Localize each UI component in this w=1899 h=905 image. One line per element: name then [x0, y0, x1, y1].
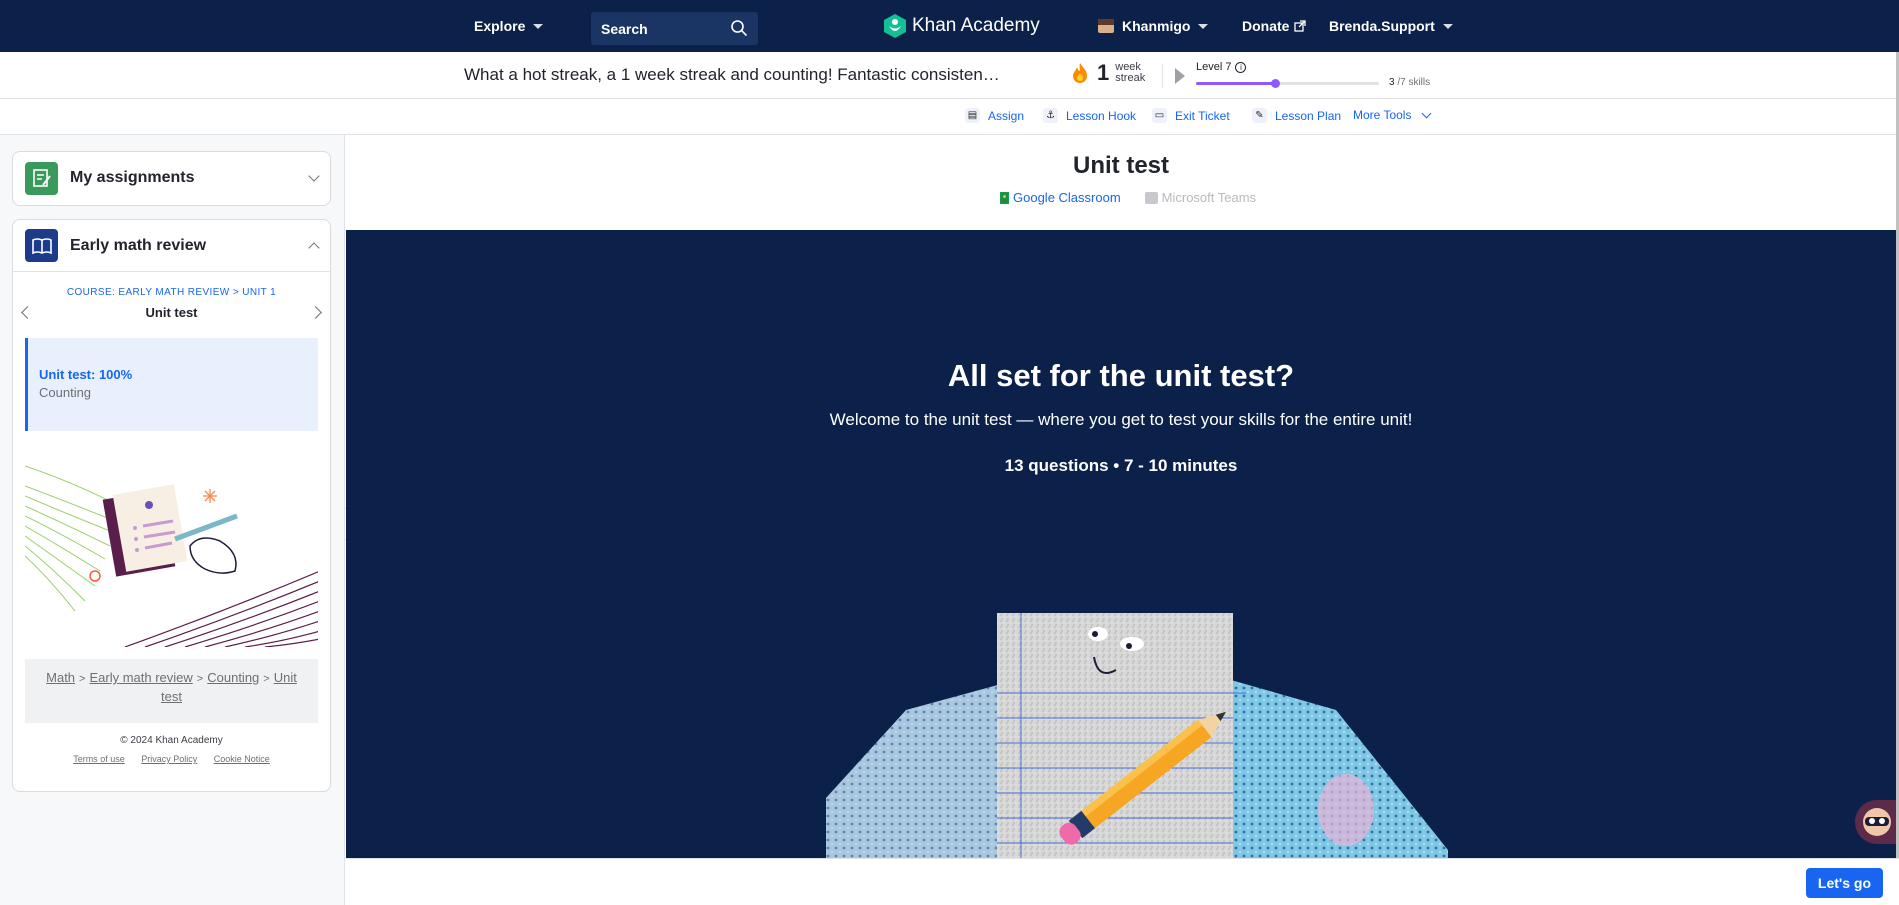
breadcrumb-separator: > — [196, 673, 204, 685]
unit-label: Unit test — [145, 305, 198, 320]
anchor-icon: ⚓ — [1043, 108, 1058, 123]
level-progress-knob — [1270, 79, 1280, 88]
breadcrumb-unit[interactable]: Counting — [207, 670, 259, 685]
streak-unit: week streak — [1115, 62, 1145, 84]
user-name: Brenda.Support — [1329, 18, 1435, 34]
external-link-icon — [1294, 20, 1307, 32]
list-item-unit-test[interactable]: Unit test: 100% Counting — [25, 338, 318, 431]
assignments-icon — [25, 161, 58, 195]
explore-label: Explore — [474, 18, 526, 34]
cookie-link[interactable]: Cookie Notice — [214, 754, 270, 764]
page-title: Unit test — [1073, 152, 1169, 179]
khanmigo-label: Khanmigo — [1122, 18, 1191, 34]
teacher-tools-bar: ▤ Assign ⚓ Lesson Hook ▭ Exit Ticket ✎ L… — [0, 99, 1899, 135]
ticket-icon: ▭ — [1152, 108, 1167, 123]
pencil-icon: ✎ — [1252, 108, 1267, 123]
level-text: Level 7 — [1196, 61, 1232, 73]
play-icon[interactable] — [1175, 68, 1185, 84]
document-icon: ▤ — [965, 108, 980, 123]
legal-links: Terms of use Privacy Policy Cookie Notic… — [13, 754, 330, 764]
bottom-action-bar: Let's go — [346, 858, 1899, 905]
more-tools-label: More Tools — [1353, 108, 1412, 122]
course-breadcrumb[interactable]: COURSE: EARLY MATH REVIEW > UNIT 1 — [13, 287, 330, 298]
unit-navigator: Unit test — [13, 302, 330, 324]
chevron-down-icon[interactable] — [308, 170, 320, 182]
microsoft-teams-label: Microsoft Teams — [1161, 190, 1257, 205]
top-navigation: Explore Search Khan Academy Khanmigo Don… — [0, 0, 1899, 52]
breadcrumb-math[interactable]: Math — [46, 670, 75, 685]
skills-count: 3 /7 skills — [1389, 77, 1430, 88]
streak-message: What a hot streak, a 1 week streak and c… — [464, 65, 1000, 84]
skills-done: 3 — [1389, 77, 1395, 88]
explore-menu[interactable]: Explore — [474, 0, 544, 52]
search-label: Search — [601, 20, 648, 37]
streak-unit-line2: streak — [1115, 72, 1146, 84]
chevron-down-icon — [1422, 108, 1432, 118]
level-progress-fill — [1196, 82, 1275, 85]
more-tools-button[interactable]: More Tools — [1353, 108, 1432, 122]
breadcrumb-course[interactable]: Early math review — [89, 670, 192, 685]
chevron-up-icon[interactable] — [308, 241, 320, 254]
lesson-plan-label: Lesson Plan — [1275, 108, 1342, 123]
divider — [1162, 64, 1163, 88]
google-classroom-button[interactable]: Google Classroom — [1000, 190, 1121, 205]
level-label: Level 7 i — [1196, 61, 1247, 73]
khanmigo-chat-button[interactable] — [1855, 800, 1899, 844]
book-icon — [25, 229, 58, 262]
assignments-header[interactable]: My assignments — [13, 152, 330, 204]
lesson-hook-button[interactable]: ⚓ Lesson Hook — [1043, 108, 1136, 123]
terms-link[interactable]: Terms of use — [73, 754, 125, 764]
chevron-down-icon — [1198, 23, 1209, 29]
google-classroom-label: Google Classroom — [1013, 190, 1121, 205]
skills-total: /7 skills — [1397, 77, 1431, 88]
exit-ticket-label: Exit Ticket — [1175, 108, 1230, 123]
khan-leaf-icon — [884, 14, 906, 38]
chevron-down-icon — [1442, 23, 1453, 29]
lesson-plan-button[interactable]: ✎ Lesson Plan — [1252, 108, 1341, 123]
search-icon[interactable] — [730, 19, 748, 37]
donate-label: Donate — [1242, 18, 1290, 34]
unit-test-intro: All set for the unit test? Welcome to th… — [346, 230, 1896, 858]
list-item-title: Unit test: 100% — [39, 367, 133, 382]
khanmigo-avatar — [1098, 19, 1114, 33]
assign-label: Assign — [988, 108, 1025, 123]
search-input[interactable]: Search — [591, 12, 758, 45]
assignments-card[interactable]: My assignments — [12, 151, 331, 206]
assignments-title: My assignments — [70, 169, 195, 186]
streak-banner: What a hot streak, a 1 week streak and c… — [0, 52, 1899, 99]
course-title: Early math review — [70, 236, 207, 254]
share-links: Google Classroom Microsoft Teams — [1000, 190, 1256, 205]
info-icon[interactable]: i — [1235, 61, 1247, 73]
unit-test-illustration — [25, 461, 318, 647]
khanmigo-menu[interactable]: Khanmigo — [1098, 0, 1209, 52]
chevron-down-icon — [533, 23, 544, 29]
sidebar: My assignments Early math review COURSE:… — [0, 135, 345, 905]
course-card: Early math review COURSE: EARLY MATH REV… — [12, 219, 331, 792]
microsoft-teams-button[interactable]: Microsoft Teams — [1144, 190, 1257, 205]
breadcrumb-separator: > — [263, 673, 270, 685]
paper-pencil-illustration — [826, 613, 1448, 858]
course-header[interactable]: Early math review — [13, 220, 330, 272]
donate-link[interactable]: Donate — [1242, 0, 1307, 52]
assign-button[interactable]: ▤ Assign — [965, 108, 1024, 123]
privacy-link[interactable]: Privacy Policy — [141, 754, 197, 764]
breadcrumb-separator: > — [79, 673, 86, 685]
flame-icon — [1073, 63, 1087, 83]
user-menu[interactable]: Brenda.Support — [1329, 0, 1453, 52]
khan-academy-logo[interactable]: Khan Academy — [884, 14, 1040, 38]
khanmigo-avatar-icon — [1863, 808, 1891, 836]
brand-name: Khan Academy — [912, 15, 1040, 36]
lets-go-button[interactable]: Let's go — [1805, 868, 1883, 898]
exit-ticket-button[interactable]: ▭ Exit Ticket — [1152, 108, 1230, 123]
lesson-hook-label: Lesson Hook — [1066, 108, 1137, 123]
streak-number: 1 — [1097, 60, 1110, 85]
list-item-subtitle: Counting — [39, 385, 92, 400]
google-classroom-icon — [1000, 191, 1009, 204]
microsoft-teams-icon — [1144, 191, 1158, 204]
breadcrumb: Math > Early math review > Counting > Unit tes… — [25, 659, 318, 723]
level-progress-bar — [1196, 79, 1379, 88]
streak-counter[interactable]: 1 week streak — [1071, 60, 1145, 86]
copyright: © 2024 Khan Academy — [120, 735, 223, 746]
